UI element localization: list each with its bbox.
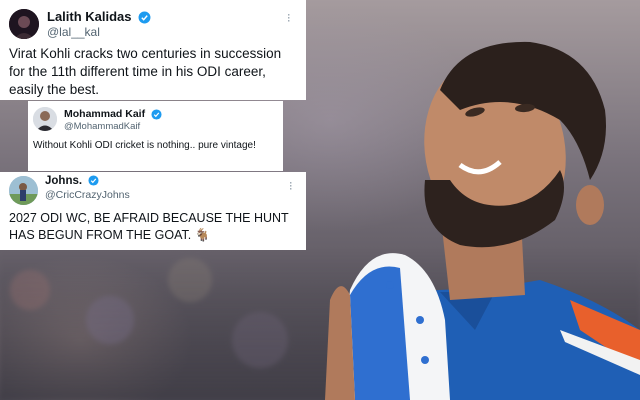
avatar-image [33,107,57,131]
verified-badge-icon [88,175,99,187]
avatar-image [9,9,39,39]
verified-badge-icon [151,109,162,120]
avatar[interactable] [9,9,39,39]
author-name-row[interactable]: Mohammad Kaif [64,108,162,120]
more-options-icon[interactable]: · · · [288,179,294,194]
tweet-card[interactable]: Johns. @CricCrazyJohns · · · 2027 ODI WC, … [0,172,306,250]
author-name[interactable]: Johns. [45,175,82,187]
avatar[interactable] [33,107,57,131]
tweet-text: Virat Kohli cracks two centuries in succ… [9,46,282,97]
tweet-card[interactable]: Lalith Kalidas @lal__kal · · · Virat Kohli… [0,0,306,100]
verified-badge-icon [138,11,151,24]
author-name-row[interactable]: Lalith Kalidas [47,9,151,24]
tweet-text: Without Kohli ODI cricket is nothing.. p… [33,140,256,151]
author-handle[interactable]: @CricCrazyJohns [45,189,130,201]
tweet-card[interactable]: Mohammad Kaif @MohammadKaif Without Kohl… [28,101,283,171]
tweet-text: 2027 ODI WC, BE AFRAID BECAUSE THE HUNT … [9,211,289,242]
author-name-row[interactable]: Johns. [45,175,99,187]
more-options-icon[interactable]: · · · [286,11,292,26]
author-name[interactable]: Mohammad Kaif [64,108,145,120]
cricketer-photo [325,41,640,400]
author-handle[interactable]: @MohammadKaif [64,121,140,132]
avatar-image [9,176,38,205]
avatar[interactable] [9,176,38,205]
author-name[interactable]: Lalith Kalidas [47,9,132,24]
author-handle[interactable]: @lal__kal [47,25,100,39]
